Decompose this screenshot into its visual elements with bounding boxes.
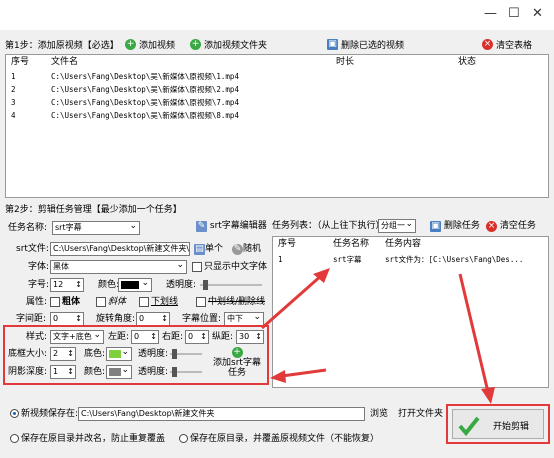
new-save-label: 新视频保存在:	[21, 409, 79, 419]
arrow-head	[270, 370, 286, 383]
open-folder-button[interactable]: 打开文件夹	[398, 407, 443, 421]
radio-new-path[interactable]	[10, 409, 19, 418]
arrow-head	[481, 387, 495, 404]
radio-overwrite[interactable]	[179, 434, 188, 443]
checkmark-icon	[458, 416, 480, 436]
arrow-to-task-list	[261, 273, 323, 330]
rename-option-label: 保存在原目录并改名，防止重复覆盖	[21, 434, 166, 444]
radio-rename[interactable]	[10, 434, 19, 443]
browse-button[interactable]: 浏览	[370, 407, 388, 421]
overwrite-option-label: 保存在原目录，并覆盖原视频文件（不能恢复）	[190, 434, 380, 444]
arrow-to-add-task	[281, 368, 327, 378]
arrow-to-start	[458, 273, 490, 393]
start-button[interactable]: 开始剪辑	[452, 409, 544, 439]
annotation-arrows	[261, 268, 495, 404]
save-path-input[interactable]: C:\Users\Fang\Desktop\新建文件夹	[78, 407, 365, 421]
